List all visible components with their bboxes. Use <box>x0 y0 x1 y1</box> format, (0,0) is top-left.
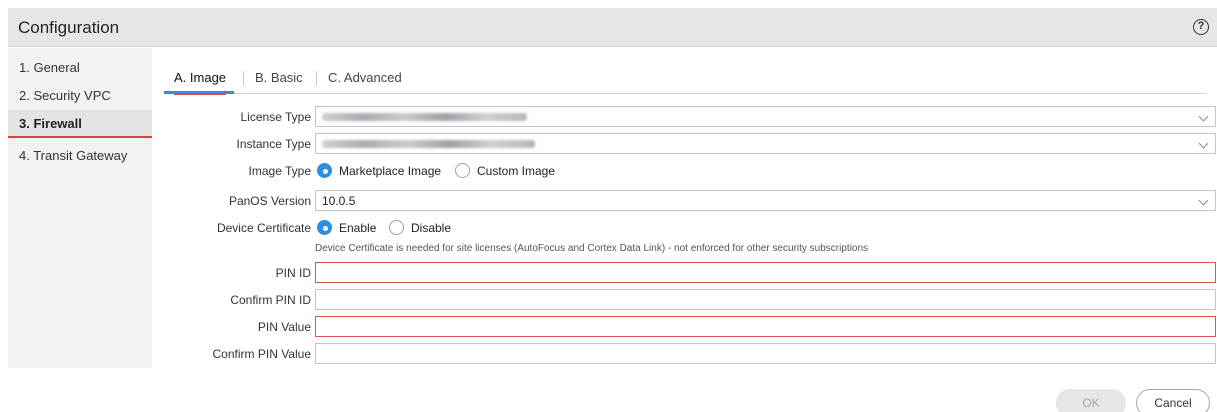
marketplace-image-label[interactable]: Marketplace Image <box>339 164 441 178</box>
custom-image-label[interactable]: Custom Image <box>477 164 555 178</box>
tab-divider <box>316 71 317 86</box>
enable-radio[interactable] <box>317 220 332 235</box>
help-icon[interactable]: ? <box>1193 19 1209 35</box>
tab-bar: A. Image B. Basic C. Advanced <box>164 66 1206 95</box>
pin-id-input[interactable] <box>315 262 1216 283</box>
panos-version-select[interactable]: 10.0.5 <box>315 190 1216 211</box>
license-type-label: License Type <box>240 110 312 124</box>
panos-version-label: PanOS Version <box>228 194 311 208</box>
pin-id-label: PIN ID <box>275 266 311 280</box>
device-certificate-label: Device Certificate <box>216 221 311 235</box>
instance-type-label: Instance Type <box>236 137 312 151</box>
confirm-pin-value-label: Confirm PIN Value <box>212 347 311 361</box>
dialog-title: Configuration <box>18 18 120 37</box>
enable-label[interactable]: Enable <box>339 221 376 235</box>
chevron-down-icon <box>1198 138 1209 149</box>
pin-value-label: PIN Value <box>257 320 311 334</box>
panos-version-value: 10.0.5 <box>322 194 356 208</box>
confirm-pin-id-input[interactable] <box>315 289 1216 310</box>
custom-image-radio[interactable] <box>455 163 470 178</box>
sidebar-item-general[interactable]: 1. General <box>8 54 152 82</box>
confirm-pin-value-input[interactable] <box>315 343 1216 364</box>
license-type-select[interactable] <box>315 106 1216 127</box>
sidebar-item-firewall[interactable]: 3. Firewall <box>8 110 152 138</box>
chevron-down-icon <box>1198 195 1209 206</box>
device-certificate-hint: Device Certificate is needed for site li… <box>315 243 869 254</box>
marketplace-image-radio[interactable] <box>317 163 332 178</box>
pin-value-input[interactable] <box>315 316 1216 337</box>
tab-active-indicator <box>164 91 234 94</box>
instance-type-select[interactable] <box>315 133 1216 154</box>
ok-button[interactable]: OK <box>1056 389 1126 412</box>
disable-label[interactable]: Disable <box>411 221 451 235</box>
tab-advanced[interactable]: C. Advanced <box>328 68 402 90</box>
tab-image[interactable]: A. Image <box>174 68 227 95</box>
cancel-button[interactable]: Cancel <box>1136 389 1210 412</box>
redacted-value <box>322 113 527 121</box>
image-type-label: Image Type <box>248 164 311 178</box>
confirm-pin-id-label: Confirm PIN ID <box>230 293 311 307</box>
sidebar: 1. General 2. Security VPC 3. Firewall 4… <box>8 48 152 368</box>
dialog-header: Configuration ? <box>8 8 1217 47</box>
tab-basic[interactable]: B. Basic <box>255 68 303 90</box>
tab-divider <box>243 71 244 86</box>
disable-radio[interactable] <box>389 220 404 235</box>
sidebar-item-security-vpc[interactable]: 2. Security VPC <box>8 82 152 110</box>
chevron-down-icon <box>1198 111 1209 122</box>
redacted-value <box>322 140 535 148</box>
sidebar-item-transit-gateway[interactable]: 4. Transit Gateway <box>8 142 152 170</box>
